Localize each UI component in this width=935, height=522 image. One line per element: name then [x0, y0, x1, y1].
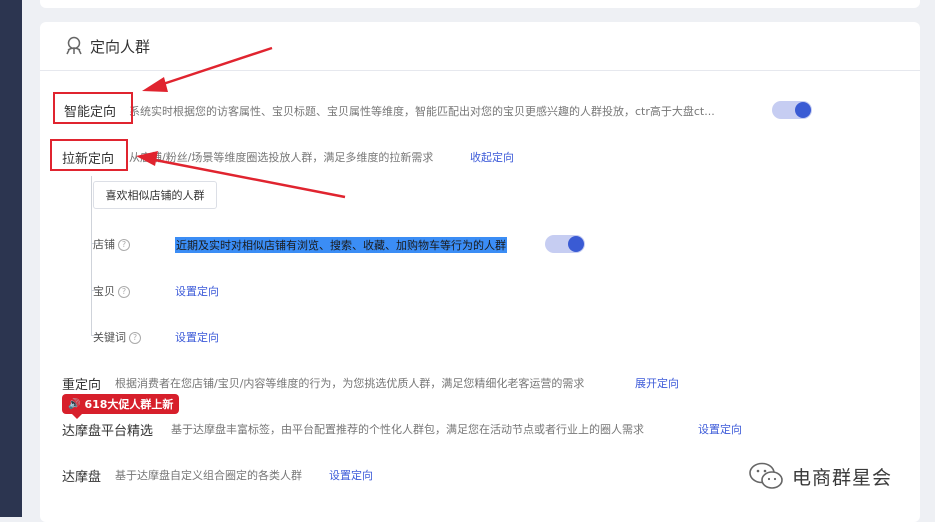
- annotation-arrowhead-smart: [142, 77, 168, 92]
- annotation-arrows: [136, 46, 346, 199]
- annotation-arrow-smart: [159, 46, 273, 87]
- watermark-text: 电商群星会: [792, 466, 893, 489]
- annotation-arrow-new-customer: [154, 158, 346, 199]
- annotation-arrowhead-new-customer: [136, 151, 158, 166]
- watermark: 电商群星会: [748, 461, 892, 491]
- wechat-icon: [749, 462, 783, 489]
